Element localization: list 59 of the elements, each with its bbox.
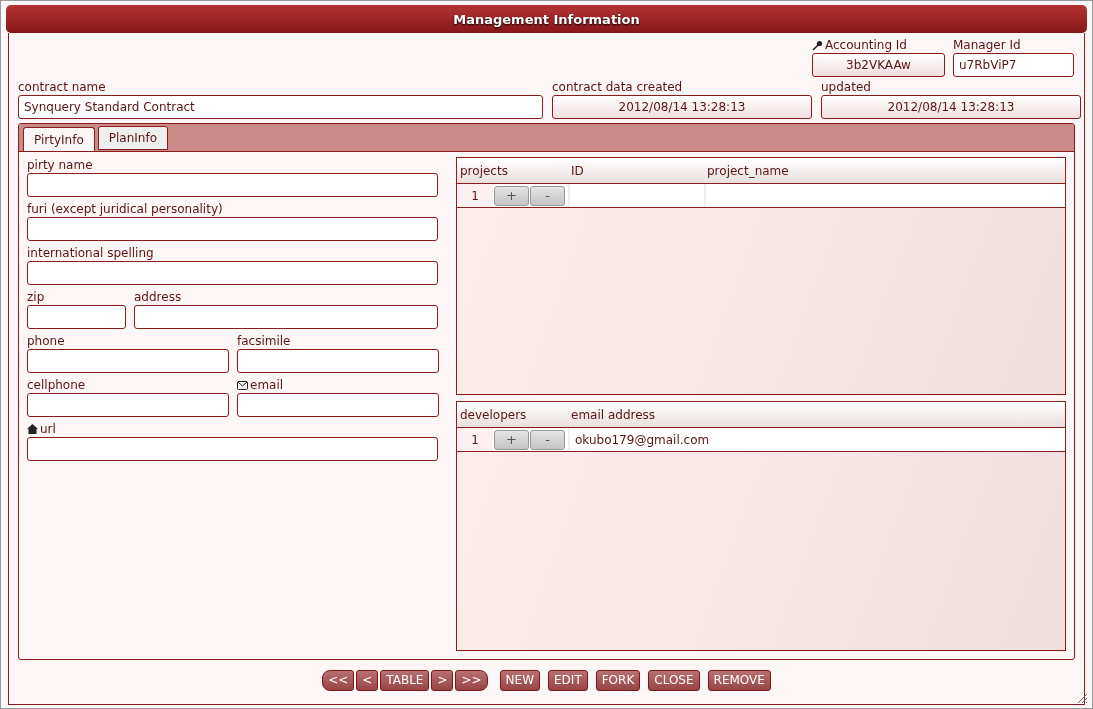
row-number: 1 bbox=[457, 428, 493, 452]
key-icon bbox=[812, 39, 823, 51]
input-field[interactable] bbox=[27, 393, 229, 417]
resize-grip-icon[interactable] bbox=[1076, 692, 1088, 704]
field-label: email bbox=[237, 377, 439, 393]
field-label: international spelling bbox=[27, 245, 155, 261]
input-field[interactable] bbox=[237, 349, 439, 373]
field-label: pirty name bbox=[27, 157, 94, 173]
field-label: facsimile bbox=[237, 333, 292, 349]
input-field[interactable] bbox=[134, 305, 438, 329]
action-button[interactable]: REMOVE bbox=[707, 669, 771, 691]
field-label: zip bbox=[27, 289, 46, 305]
house-icon bbox=[27, 424, 38, 434]
nav-button[interactable]: >> bbox=[455, 669, 488, 691]
window-title: Management Information bbox=[6, 5, 1087, 33]
input-field[interactable]: Synquery Standard Contract bbox=[18, 95, 543, 119]
field-label: url bbox=[27, 421, 438, 437]
input-field[interactable] bbox=[27, 217, 438, 241]
envelope-icon bbox=[237, 380, 248, 390]
add-row-button[interactable]: + bbox=[494, 429, 529, 450]
nav-button[interactable]: TABLE bbox=[380, 669, 430, 691]
add-row-button[interactable]: + bbox=[494, 185, 529, 206]
input-field[interactable] bbox=[27, 437, 438, 461]
action-button[interactable]: CLOSE bbox=[648, 669, 700, 691]
row-number: 1 bbox=[457, 184, 493, 207]
field-label: cellphone bbox=[27, 377, 87, 393]
column-header: email address bbox=[570, 407, 656, 422]
action-button[interactable]: EDIT bbox=[548, 669, 588, 691]
input-field[interactable]: 2012/08/14 13:28:13 bbox=[552, 95, 812, 119]
table-cell[interactable]: okubo179@gmail.com bbox=[568, 428, 1065, 452]
nav-button[interactable]: < bbox=[356, 669, 379, 691]
field-label: Manager Id bbox=[953, 37, 1022, 53]
input-field[interactable] bbox=[27, 305, 126, 329]
tab[interactable]: PirtyInfo bbox=[23, 127, 95, 152]
input-field[interactable]: u7RbViP7 bbox=[953, 53, 1074, 77]
tab[interactable]: PlanInfo bbox=[97, 126, 168, 150]
field-label: updated bbox=[821, 79, 872, 95]
column-header: project_name bbox=[706, 163, 789, 178]
nav-button[interactable]: << bbox=[322, 669, 355, 691]
remove-row-button[interactable]: - bbox=[530, 185, 565, 206]
remove-row-button[interactable]: - bbox=[530, 429, 565, 450]
field-label: furi (except juridical personality) bbox=[27, 201, 224, 217]
input-field[interactable]: 2012/08/14 13:28:13 bbox=[821, 95, 1081, 119]
input-field[interactable] bbox=[27, 261, 438, 285]
field-label: address bbox=[134, 289, 183, 305]
field-label: contract name bbox=[18, 79, 107, 95]
field-label: Accounting Id bbox=[812, 37, 945, 53]
input-field[interactable] bbox=[27, 173, 438, 197]
column-header: projects bbox=[459, 163, 509, 178]
input-field[interactable] bbox=[27, 349, 229, 373]
column-header: ID bbox=[570, 163, 585, 178]
action-button[interactable]: FORK bbox=[595, 669, 641, 691]
nav-button[interactable]: > bbox=[431, 669, 454, 691]
field-label: phone bbox=[27, 333, 66, 349]
action-button[interactable]: NEW bbox=[499, 669, 540, 691]
input-field[interactable] bbox=[237, 393, 439, 417]
field-label: contract data created bbox=[552, 79, 684, 95]
input-field[interactable]: 3b2VKAAw bbox=[812, 53, 945, 77]
column-header: developers bbox=[459, 407, 528, 422]
